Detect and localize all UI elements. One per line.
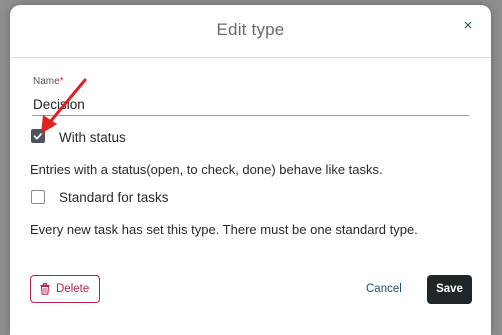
standard-for-tasks-description: Every new task has set this type. There … (30, 222, 418, 237)
name-input[interactable] (32, 93, 469, 116)
name-field-label: Name* (33, 76, 64, 87)
edit-type-dialog: Edit type × Name* With status Entries wi… (10, 5, 491, 335)
delete-button-label: Delete (56, 283, 90, 295)
delete-button[interactable]: Delete (30, 275, 100, 303)
standard-for-tasks-checkbox[interactable] (31, 190, 45, 204)
standard-for-tasks-label[interactable]: Standard for tasks (59, 190, 169, 205)
with-status-description: Entries with a status(open, to check, do… (30, 162, 383, 177)
close-icon[interactable]: × (461, 18, 475, 33)
dialog-header: Edit type × (10, 5, 491, 58)
dialog-title: Edit type (216, 20, 285, 39)
cancel-button[interactable]: Cancel (366, 283, 402, 295)
required-marker: * (59, 76, 64, 87)
trash-icon (40, 283, 50, 295)
name-label-text: Name (33, 76, 60, 87)
save-button[interactable]: Save (427, 275, 472, 304)
check-icon (33, 132, 43, 140)
with-status-label[interactable]: With status (59, 130, 126, 145)
with-status-checkbox[interactable] (31, 129, 45, 143)
